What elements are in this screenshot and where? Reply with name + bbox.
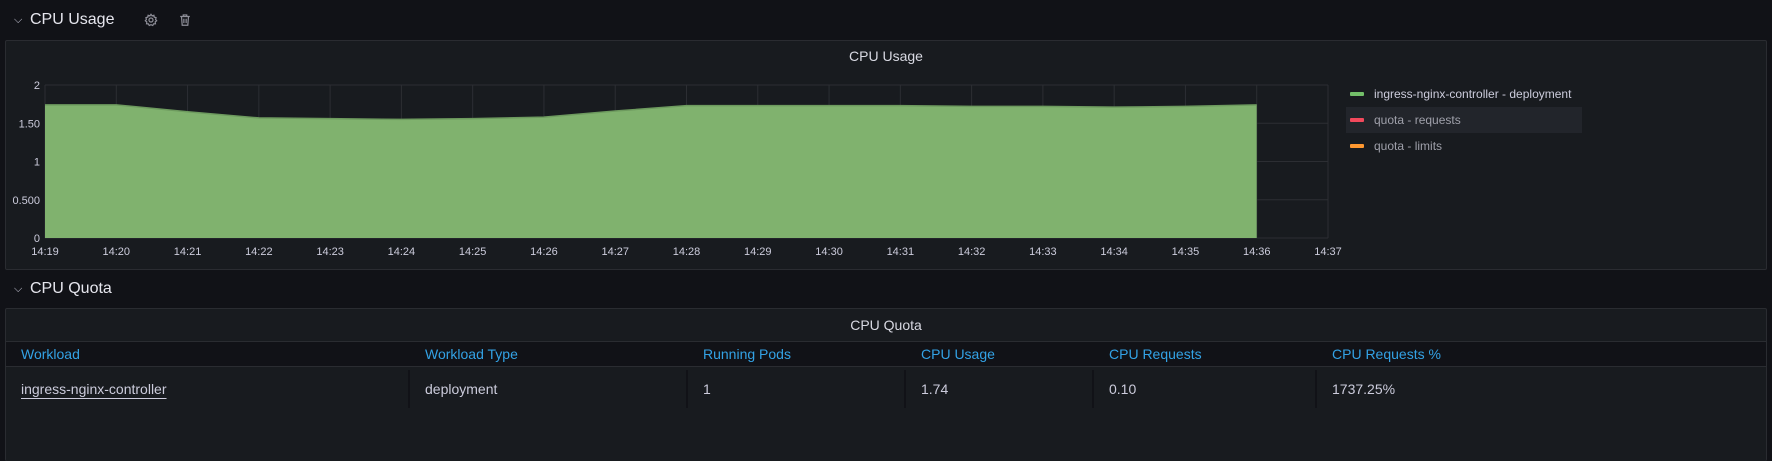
legend-swatch bbox=[1350, 144, 1364, 148]
x-tick-label: 14:35 bbox=[1172, 246, 1200, 258]
cell-cpu-requests-pct: 1737.25% bbox=[1317, 370, 1562, 408]
column-header-cpu-usage[interactable]: CPU Usage bbox=[906, 342, 1094, 366]
x-tick-label: 14:24 bbox=[388, 246, 416, 258]
cpu-usage-panel: CPU Usage 0 0.500 1 1.50 2 14:19 14:20 14:21 14:… bbox=[5, 40, 1767, 270]
column-header-cpu-requests-pct[interactable]: CPU Requests % bbox=[1317, 342, 1564, 366]
x-tick-label: 14:29 bbox=[744, 246, 772, 258]
x-tick-label: 14:36 bbox=[1243, 246, 1271, 258]
legend-item-quota-requests[interactable]: quota - requests bbox=[1346, 107, 1582, 133]
row-title[interactable]: CPU Quota bbox=[30, 280, 112, 298]
quota-table: Workload Workload Type Running Pods CPU … bbox=[6, 341, 1766, 408]
x-tick-label: 14:33 bbox=[1029, 246, 1057, 258]
legend-label: ingress-nginx-controller - deployment bbox=[1374, 87, 1572, 101]
series-area bbox=[45, 104, 1257, 238]
x-tick-label: 14:31 bbox=[887, 246, 915, 258]
cell-workload-type: deployment bbox=[410, 370, 688, 408]
legend-label: quota - requests bbox=[1374, 113, 1461, 127]
x-tick-label: 14:34 bbox=[1100, 246, 1128, 258]
cpu-quota-panel: CPU Quota Workload Workload Type Running… bbox=[5, 308, 1767, 461]
cell-workload[interactable]: ingress-nginx-controller bbox=[6, 370, 410, 408]
row-actions bbox=[144, 13, 192, 27]
row-header-cpu-quota: ⌵ CPU Quota bbox=[14, 277, 112, 301]
y-tick-label: 2 bbox=[34, 80, 40, 92]
y-tick-label: 0.500 bbox=[12, 195, 40, 207]
y-tick-label: 1.50 bbox=[19, 118, 40, 130]
row-title[interactable]: CPU Usage bbox=[30, 11, 114, 29]
x-tick-label: 14:37 bbox=[1314, 246, 1342, 258]
column-header-cpu-requests[interactable]: CPU Requests bbox=[1094, 342, 1317, 366]
row-header-cpu-usage: ⌵ CPU Usage bbox=[14, 8, 192, 32]
chevron-down-icon[interactable]: ⌵ bbox=[14, 283, 24, 296]
x-tick-label: 14:32 bbox=[958, 246, 986, 258]
gear-icon[interactable] bbox=[144, 13, 159, 27]
legend-item-quota-limits[interactable]: quota - limits bbox=[1346, 133, 1582, 159]
cell-running-pods: 1 bbox=[688, 370, 906, 408]
trash-icon[interactable] bbox=[178, 13, 192, 27]
x-tick-label: 14:26 bbox=[530, 246, 558, 258]
cell-cpu-requests: 0.10 bbox=[1094, 370, 1317, 408]
column-header-running-pods[interactable]: Running Pods bbox=[688, 342, 906, 366]
column-header-workload-type[interactable]: Workload Type bbox=[410, 342, 688, 366]
legend-label: quota - limits bbox=[1374, 139, 1443, 153]
cell-cpu-usage: 1.74 bbox=[906, 370, 1094, 408]
table-header: Workload Workload Type Running Pods CPU … bbox=[6, 341, 1766, 367]
column-header-workload[interactable]: Workload bbox=[6, 342, 410, 366]
chevron-down-icon[interactable]: ⌵ bbox=[14, 14, 24, 27]
chart-legend: ingress-nginx-controller - deployment qu… bbox=[1346, 81, 1582, 159]
x-tick-label: 14:30 bbox=[815, 246, 843, 258]
cpu-usage-chart[interactable]: 0 0.500 1 1.50 2 14:19 14:20 14:21 14:22 14:23 14:… bbox=[6, 41, 1506, 269]
x-tick-label: 14:19 bbox=[31, 246, 59, 258]
x-tick-label: 14:20 bbox=[103, 246, 131, 258]
legend-item-ingress-nginx-controller[interactable]: ingress-nginx-controller - deployment bbox=[1346, 81, 1582, 107]
x-tick-label: 14:27 bbox=[601, 246, 629, 258]
x-tick-label: 14:22 bbox=[245, 246, 273, 258]
x-tick-label: 14:23 bbox=[316, 246, 344, 258]
y-tick-label: 0 bbox=[34, 233, 40, 245]
panel-title[interactable]: CPU Quota bbox=[6, 317, 1766, 333]
legend-swatch bbox=[1350, 118, 1364, 122]
x-tick-label: 14:25 bbox=[459, 246, 487, 258]
table-row: ingress-nginx-controller deployment 1 1.… bbox=[6, 370, 1766, 408]
x-tick-label: 14:21 bbox=[174, 246, 202, 258]
legend-swatch bbox=[1350, 92, 1364, 96]
x-tick-label: 14:28 bbox=[673, 246, 701, 258]
workload-link[interactable]: ingress-nginx-controller bbox=[21, 381, 167, 397]
y-tick-label: 1 bbox=[34, 157, 40, 169]
